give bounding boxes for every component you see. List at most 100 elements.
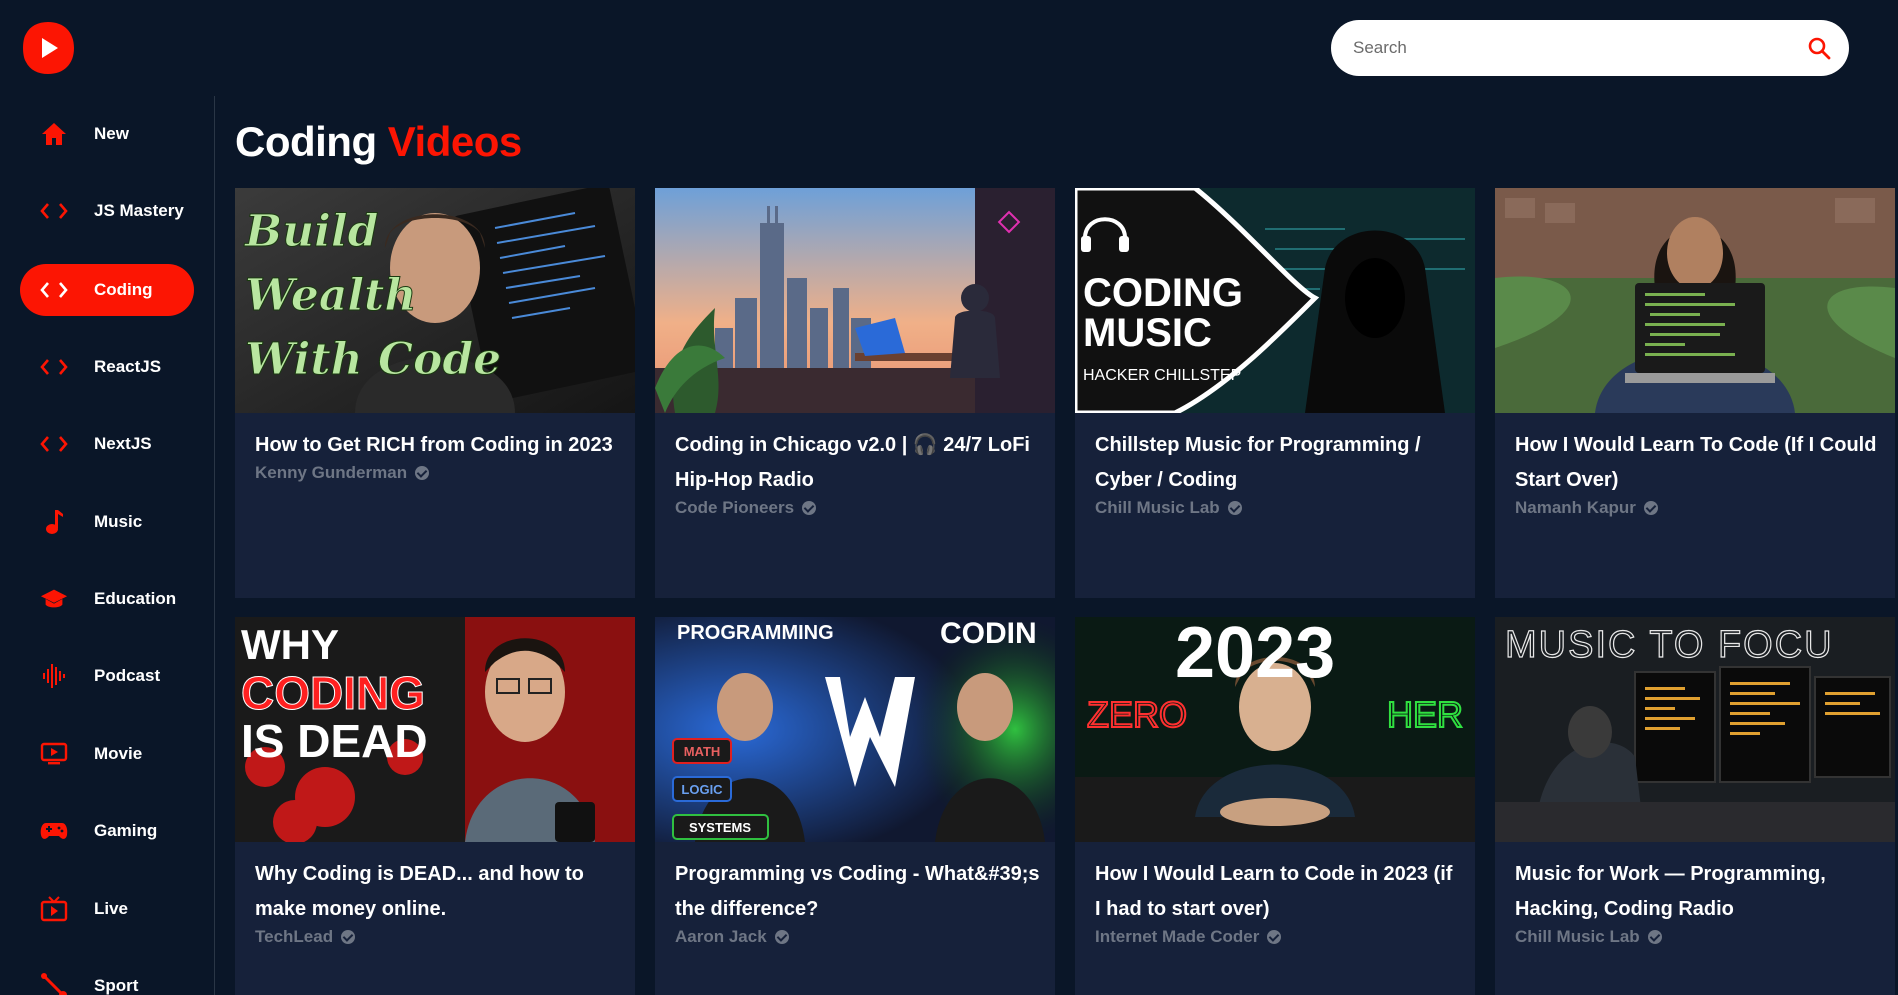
video-thumbnail[interactable]: Build Wealth With Code: [235, 188, 635, 413]
screen-play-icon: [40, 740, 68, 768]
video-card[interactable]: Build Wealth With Code How to Get RICH f…: [235, 188, 635, 598]
video-thumbnail[interactable]: [1495, 188, 1895, 413]
video-card[interactable]: WHY CODING IS DEAD Why Coding is DEAD...…: [235, 617, 635, 995]
sidebar-item-label: ReactJS: [94, 357, 162, 376]
video-title[interactable]: Why Coding is DEAD... and how to make mo…: [255, 857, 623, 927]
sidebar-item-label: Movie: [94, 744, 143, 763]
channel-label: TechLead: [255, 927, 334, 946]
search-input[interactable]: [1353, 20, 1773, 76]
thumb-text: HER: [1387, 694, 1463, 735]
video-card[interactable]: CODING MUSIC HACKER CHILLSTEP Chillstep …: [1075, 188, 1475, 598]
code-icon: [40, 353, 68, 381]
thumb-text: WHY: [241, 621, 339, 668]
channel-label: Internet Made Coder: [1095, 927, 1260, 946]
thumb-text: IS DEAD: [241, 715, 428, 767]
sidebar-item-live[interactable]: Live: [20, 883, 194, 935]
video-title[interactable]: Coding in Chicago v2.0 | 🎧 24/7 LoFi Hip…: [675, 428, 1043, 498]
youtube-logo[interactable]: [20, 20, 76, 76]
video-thumbnail[interactable]: MUSIC TO FOCU: [1495, 617, 1895, 842]
video-title[interactable]: How I Would Learn To Code (If I Could St…: [1515, 428, 1883, 498]
video-card[interactable]: 2023 ZERO HER How I Would Learn to Code …: [1075, 617, 1475, 995]
code-icon: [40, 197, 68, 225]
video-card[interactable]: How I Would Learn To Code (If I Could St…: [1495, 188, 1895, 598]
channel-label: Code Pioneers: [675, 498, 795, 517]
video-title[interactable]: How I Would Learn to Code in 2023 (if I …: [1095, 857, 1463, 927]
verified-check-icon: [1643, 501, 1658, 515]
sidebar-item-js-mastery[interactable]: JS Mastery: [20, 185, 194, 237]
sidebar-item-movie[interactable]: Movie: [20, 728, 194, 780]
channel-name[interactable]: Internet Made Coder: [1095, 927, 1463, 947]
channel-label: Kenny Gunderman: [255, 463, 408, 482]
sidebar-item-coding[interactable]: Coding: [20, 264, 194, 316]
verified-check-icon: [1267, 930, 1282, 944]
channel-name[interactable]: Aaron Jack: [675, 927, 1043, 947]
sidebar-item-label: New: [94, 124, 129, 143]
thumb-text: MUSIC: [1083, 311, 1212, 355]
sidebar-item-label: Coding: [94, 280, 153, 299]
thumb-text: Build: [243, 206, 378, 257]
soundwave-icon: [40, 662, 68, 690]
thumb-text: MATH: [684, 744, 721, 759]
sidebar-item-label: Gaming: [94, 821, 158, 840]
channel-label: Aaron Jack: [675, 927, 767, 946]
sidebar-item-podcast[interactable]: Podcast: [20, 650, 194, 702]
thumb-text: SYSTEMS: [689, 820, 751, 835]
live-tv-icon: [40, 895, 68, 923]
channel-name[interactable]: TechLead: [255, 927, 623, 947]
search-button[interactable]: [1805, 34, 1833, 62]
channel-name[interactable]: Namanh Kapur: [1515, 498, 1883, 518]
thumb-text: 2023: [1175, 617, 1335, 693]
video-card[interactable]: Coding in Chicago v2.0 | 🎧 24/7 LoFi Hip…: [655, 188, 1055, 598]
sidebar-item-new[interactable]: New: [20, 108, 194, 160]
sidebar-item-label: Music: [94, 512, 143, 531]
video-title[interactable]: Programming vs Coding - What&#39;s the d…: [675, 857, 1043, 927]
sidebar-item-sport[interactable]: Sport: [20, 960, 194, 995]
video-thumbnail[interactable]: PROGRAMMING CODIN MATH LOGIC SYSTEMS: [655, 617, 1055, 842]
channel-name[interactable]: Code Pioneers: [675, 498, 1043, 518]
sidebar-item-nextjs[interactable]: NextJS: [20, 418, 194, 470]
verified-check-icon: [1227, 501, 1242, 515]
video-title[interactable]: Music for Work — Programming, Hacking, C…: [1515, 857, 1883, 927]
channel-label: Namanh Kapur: [1515, 498, 1636, 517]
sport-icon: [40, 972, 68, 995]
page-title: Coding Videos: [235, 118, 522, 166]
code-icon: [40, 276, 68, 304]
verified-check-icon: [415, 466, 430, 480]
thumb-text: CODIN: [940, 617, 1037, 650]
channel-name[interactable]: Chill Music Lab: [1515, 927, 1883, 947]
search-icon: [1808, 37, 1831, 60]
sidebar-item-education[interactable]: Education: [20, 573, 194, 625]
top-navbar: [0, 0, 1898, 96]
channel-label: Chill Music Lab: [1515, 927, 1640, 946]
video-thumbnail[interactable]: WHY CODING IS DEAD: [235, 617, 635, 842]
thumb-text: MUSIC TO FOCU: [1505, 624, 1834, 666]
sidebar-item-music[interactable]: Music: [20, 496, 194, 548]
video-thumbnail[interactable]: CODING MUSIC HACKER CHILLSTEP: [1075, 188, 1475, 413]
graduation-cap-icon: [40, 585, 68, 613]
video-card[interactable]: PROGRAMMING CODIN MATH LOGIC SYSTEMS Pro…: [655, 617, 1055, 995]
video-title[interactable]: Chillstep Music for Programming / Cyber …: [1095, 428, 1463, 498]
channel-name[interactable]: Chill Music Lab: [1095, 498, 1463, 518]
main-feed: Coding Videos Build Wealth With Code How…: [215, 96, 1898, 995]
video-thumbnail[interactable]: 2023 ZERO HER: [1075, 617, 1475, 842]
channel-label: Chill Music Lab: [1095, 498, 1220, 517]
sidebar-item-label: NextJS: [94, 434, 152, 453]
video-title[interactable]: How to Get RICH from Coding in 2023: [255, 428, 623, 463]
verified-check-icon: [341, 930, 356, 944]
sidebar-item-gaming[interactable]: Gaming: [20, 805, 194, 857]
thumb-text: With Code: [245, 334, 501, 385]
thumb-text: ZERO: [1087, 694, 1187, 735]
channel-name[interactable]: Kenny Gunderman: [255, 463, 623, 483]
video-card[interactable]: MUSIC TO FOCU Music for Work — Programmi…: [1495, 617, 1895, 995]
video-thumbnail[interactable]: [655, 188, 1055, 413]
sidebar-item-label: Podcast: [94, 666, 161, 685]
sidebar-item-label: JS Mastery: [94, 201, 184, 220]
title-prefix: Coding: [235, 118, 377, 165]
search-bar: [1331, 20, 1849, 76]
sidebar-item-reactjs[interactable]: ReactJS: [20, 341, 194, 393]
thumb-text: CODING: [241, 667, 425, 719]
thumb-text: PROGRAMMING: [677, 622, 834, 644]
sidebar-item-label: Live: [94, 899, 129, 918]
thumb-text: Wealth: [245, 270, 416, 321]
sidebar-item-label: Sport: [94, 976, 139, 995]
